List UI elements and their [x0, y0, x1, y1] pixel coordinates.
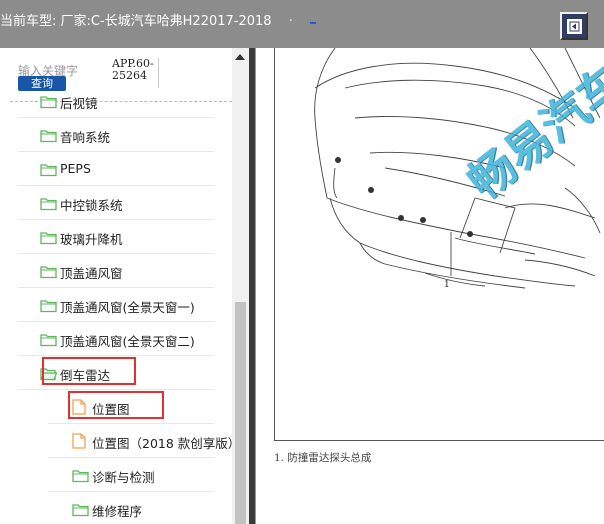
tree-item[interactable]: 中控锁系统	[0, 186, 232, 220]
tree-item[interactable]: 顶盖通风窗(全景天窗二)	[0, 322, 232, 356]
tree-item[interactable]: 玻璃升降机	[0, 220, 232, 254]
tree-item-label: 音响系统	[60, 130, 111, 145]
folder-icon	[40, 196, 57, 211]
folder-icon	[40, 264, 57, 279]
tree-item-label: 中控锁系统	[60, 198, 123, 213]
tree-item-label: 后视镜	[60, 96, 98, 111]
callout-label: 1	[444, 280, 450, 290]
left-panel: 输入关键字 APP.60-25264 查询 后视镜 音响系统 PEPS 中控锁系统 玻璃…	[0, 48, 250, 524]
folder-icon	[40, 332, 57, 347]
top-bar: 当前车型: 厂家:C-长城汽车哈弗H22017-2018 . _	[0, 0, 604, 48]
app-code: APP.60-25264	[112, 57, 154, 82]
folder-icon	[40, 162, 57, 177]
folder-icon	[72, 502, 89, 517]
tree-item-label: PEPS	[60, 161, 91, 176]
folder-icon	[40, 94, 57, 109]
tree-item-label: 玻璃升降机	[60, 232, 123, 247]
tree-scrollbar[interactable]	[232, 48, 249, 524]
figure-caption: 1. 防撞雷达探头总成	[274, 452, 372, 464]
folder-icon	[40, 298, 57, 313]
tree-item-label: 顶盖通风窗(全景天窗二)	[60, 334, 195, 349]
folder-icon	[72, 468, 89, 483]
tree-item-label: 诊断与检测	[92, 470, 155, 485]
tree-item-label: 维修程序	[92, 504, 143, 519]
tree-item[interactable]: 位置图（2018 款创享版）	[0, 424, 240, 458]
folder-icon	[40, 128, 57, 143]
tree-item[interactable]: 维修程序	[0, 492, 232, 524]
tree-item[interactable]: PEPS	[0, 152, 232, 186]
folder-icon	[40, 230, 57, 245]
tree-item-label: 位置图（2018 款创享版）	[92, 436, 241, 451]
tree-item[interactable]: 音响系统	[0, 118, 232, 152]
current-model-text: 当前车型: 厂家:C-长城汽车哈弗H22017-2018	[0, 14, 272, 29]
tree-item[interactable]: 诊断与检测	[0, 458, 232, 492]
highlight-box-parking-radar	[42, 357, 136, 385]
tree-item[interactable]: 后视镜	[0, 84, 232, 118]
tree-item[interactable]: 顶盖通风窗	[0, 254, 232, 288]
header-dot: .	[289, 10, 293, 24]
tree-item[interactable]: 顶盖通风窗(全景天窗一)	[0, 288, 232, 322]
header-link[interactable]: _	[310, 10, 316, 24]
document-icon	[72, 433, 89, 449]
scroll-up-arrow-icon[interactable]	[235, 54, 245, 60]
restore-icon	[566, 18, 582, 34]
highlight-box-location-map	[68, 391, 164, 419]
tree-item-label: 顶盖通风窗	[60, 266, 123, 281]
document-view: 1 1. 防撞雷达探头总成 畅易汽车	[256, 48, 604, 524]
restore-button[interactable]	[560, 12, 588, 40]
tree-item-label: 顶盖通风窗(全景天窗一)	[60, 300, 195, 315]
scroll-thumb[interactable]	[235, 302, 246, 524]
